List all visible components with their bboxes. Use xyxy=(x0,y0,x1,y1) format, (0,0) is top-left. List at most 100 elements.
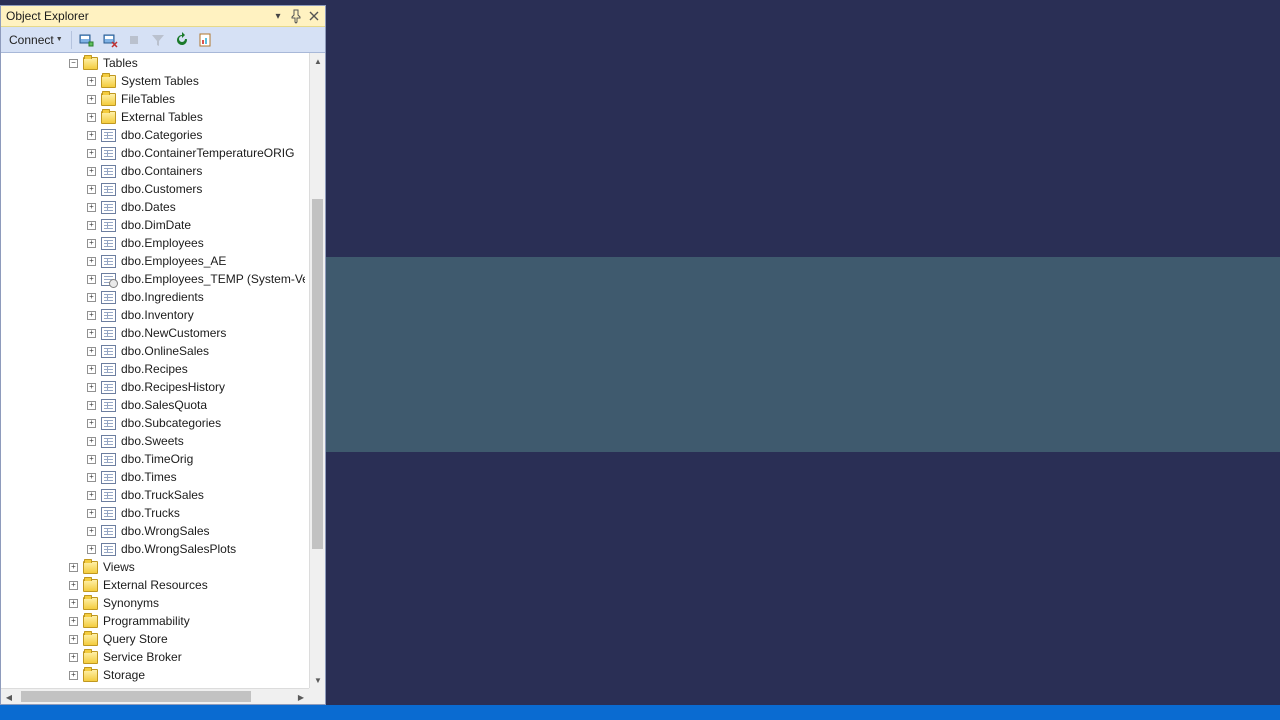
tree-node-dbo-customers[interactable]: + dbo.Customers xyxy=(1,180,309,198)
scroll-down-button[interactable]: ▼ xyxy=(310,672,325,688)
expand-icon[interactable]: + xyxy=(87,95,96,104)
expand-icon[interactable]: + xyxy=(87,221,96,230)
tree-node-query-store[interactable]: + Query Store xyxy=(1,630,309,648)
tree-node-dbo-containers[interactable]: +dbo.Containers xyxy=(1,162,309,180)
horizontal-scrollbar[interactable]: ◀ ▶ xyxy=(1,688,309,704)
expand-icon[interactable]: + xyxy=(69,563,78,572)
tree-node-views[interactable]: +Views xyxy=(1,558,309,576)
tree-node-dbo-recipes[interactable]: +dbo.Recipes xyxy=(1,360,309,378)
expand-icon[interactable]: + xyxy=(87,437,96,446)
vertical-scroll-track[interactable] xyxy=(310,69,325,672)
expand-icon[interactable]: + xyxy=(87,185,96,194)
expand-icon[interactable]: + xyxy=(69,635,78,644)
expand-icon[interactable]: + xyxy=(87,77,96,86)
tree-node-dbo-onlinesales[interactable]: +dbo.OnlineSales xyxy=(1,342,309,360)
expand-icon[interactable]: + xyxy=(69,653,78,662)
tree-node-dbo-newcustomers[interactable]: +dbo.NewCustomers xyxy=(1,324,309,342)
expand-icon[interactable]: + xyxy=(69,617,78,626)
activity-monitor-button[interactable] xyxy=(196,30,216,50)
tree-node-dbo-subcategories[interactable]: +dbo.Subcategories xyxy=(1,414,309,432)
tree-node-dbo-dimdate[interactable]: + dbo.DimDate xyxy=(1,216,309,234)
connect-object-explorer-button[interactable] xyxy=(76,30,96,50)
tree-node-tables[interactable]: −Tables xyxy=(1,54,309,72)
disconnect-button[interactable] xyxy=(100,30,120,50)
scroll-left-button[interactable]: ◀ xyxy=(1,689,17,704)
tree-node-dbo-employees-ae[interactable]: +dbo.Employees_AE xyxy=(1,252,309,270)
tree-item-label: Service Broker xyxy=(103,650,182,664)
expand-icon[interactable]: + xyxy=(87,347,96,356)
window-options-button[interactable]: ▾ xyxy=(270,8,286,24)
expand-icon[interactable]: + xyxy=(87,275,96,284)
object-tree[interactable]: −Tables+System Tables+FileTables+Externa… xyxy=(1,53,309,688)
tree-node-programmability[interactable]: +Programmability xyxy=(1,612,309,630)
tree-item-label: Storage xyxy=(103,668,145,682)
expand-icon[interactable]: + xyxy=(87,365,96,374)
tree-node-dbo-recipeshistory[interactable]: +dbo.RecipesHistory xyxy=(1,378,309,396)
tree-node-dbo-containertemperatureorig[interactable]: +dbo.ContainerTemperatureORIG xyxy=(1,144,309,162)
expand-icon[interactable]: + xyxy=(69,599,78,608)
tree-node-synonyms[interactable]: +Synonyms xyxy=(1,594,309,612)
tree-node-dbo-ingredients[interactable]: +dbo.Ingredients xyxy=(1,288,309,306)
tree-item-label: Query Store xyxy=(103,632,168,646)
expand-icon[interactable]: + xyxy=(87,491,96,500)
expand-icon[interactable]: + xyxy=(87,149,96,158)
scroll-right-button[interactable]: ▶ xyxy=(293,689,309,704)
connect-dropdown[interactable]: Connect ▼ xyxy=(5,31,67,49)
tree-node-dbo-times[interactable]: +dbo.Times xyxy=(1,468,309,486)
scroll-up-button[interactable]: ▲ xyxy=(310,53,325,69)
status-bar xyxy=(0,705,1280,720)
horizontal-scroll-track[interactable] xyxy=(17,689,293,704)
tree-node-dbo-employees[interactable]: +dbo.Employees xyxy=(1,234,309,252)
tree-node-dbo-employees-temp-system-ver[interactable]: +dbo.Employees_TEMP (System-Ver xyxy=(1,270,309,288)
tree-item-label: dbo.Customers xyxy=(121,182,202,196)
horizontal-scroll-thumb[interactable] xyxy=(21,691,251,702)
expand-icon[interactable]: + xyxy=(87,473,96,482)
tree-node-storage[interactable]: + Storage xyxy=(1,666,309,684)
table-icon xyxy=(101,471,116,484)
expand-icon[interactable]: + xyxy=(87,419,96,428)
expand-icon[interactable]: + xyxy=(87,383,96,392)
tree-node-dbo-dates[interactable]: +dbo.Dates xyxy=(1,198,309,216)
tree-node-dbo-timeorig[interactable]: +dbo.TimeOrig xyxy=(1,450,309,468)
expand-icon[interactable]: + xyxy=(87,257,96,266)
expand-icon[interactable]: + xyxy=(87,203,96,212)
tree-node-dbo-wrongsalesplots[interactable]: +dbo.WrongSalesPlots xyxy=(1,540,309,558)
panel-title-bar[interactable]: Object Explorer ▾ xyxy=(1,6,325,27)
tree-node-dbo-trucksales[interactable]: +dbo.TruckSales xyxy=(1,486,309,504)
expand-icon[interactable]: + xyxy=(87,131,96,140)
expand-icon[interactable]: + xyxy=(87,329,96,338)
tree-node-dbo-inventory[interactable]: +dbo.Inventory xyxy=(1,306,309,324)
tree-node-system-tables[interactable]: +System Tables xyxy=(1,72,309,90)
collapse-icon[interactable]: − xyxy=(69,59,78,68)
vertical-scroll-thumb[interactable] xyxy=(312,199,323,549)
tree-node-service-broker[interactable]: + Service Broker xyxy=(1,648,309,666)
tree-node-dbo-trucks[interactable]: +dbo.Trucks xyxy=(1,504,309,522)
table-icon xyxy=(101,417,116,430)
expand-icon[interactable]: + xyxy=(87,239,96,248)
tree-node-dbo-categories[interactable]: +dbo.Categories xyxy=(1,126,309,144)
expand-icon[interactable]: + xyxy=(87,455,96,464)
expand-icon[interactable]: + xyxy=(87,113,96,122)
expand-icon[interactable]: + xyxy=(87,527,96,536)
expand-icon[interactable]: + xyxy=(87,167,96,176)
expand-icon[interactable]: + xyxy=(87,293,96,302)
close-button[interactable] xyxy=(306,8,322,24)
tree-node-dbo-salesquota[interactable]: +dbo.SalesQuota xyxy=(1,396,309,414)
expand-icon[interactable]: + xyxy=(69,671,78,680)
expand-icon[interactable]: + xyxy=(87,401,96,410)
folder-icon xyxy=(83,651,98,664)
expand-icon[interactable]: + xyxy=(69,581,78,590)
pin-button[interactable] xyxy=(288,8,304,24)
expand-icon[interactable]: + xyxy=(87,509,96,518)
tree-node-dbo-sweets[interactable]: +dbo.Sweets xyxy=(1,432,309,450)
tree-node-filetables[interactable]: +FileTables xyxy=(1,90,309,108)
expand-icon[interactable]: + xyxy=(87,545,96,554)
tree-item-label: dbo.DimDate xyxy=(121,218,191,232)
tree-node-dbo-wrongsales[interactable]: +dbo.WrongSales xyxy=(1,522,309,540)
tree-node-external-resources[interactable]: +External Resources xyxy=(1,576,309,594)
tree-node-external-tables[interactable]: +External Tables xyxy=(1,108,309,126)
vertical-scrollbar[interactable]: ▲ ▼ xyxy=(309,53,325,688)
refresh-button[interactable] xyxy=(172,30,192,50)
expand-icon[interactable]: + xyxy=(87,311,96,320)
folder-icon xyxy=(83,615,98,628)
